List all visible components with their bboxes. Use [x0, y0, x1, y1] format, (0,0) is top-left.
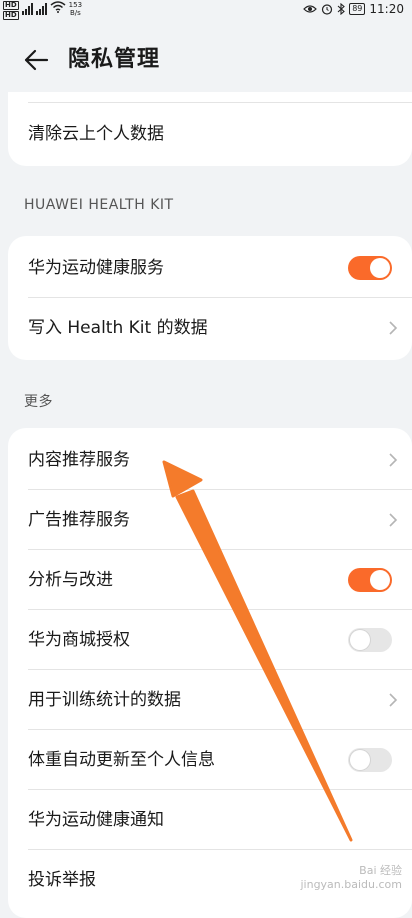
signal-icon [21, 3, 33, 15]
toggle-knob [350, 630, 370, 650]
watermark: Bai 经验 jingyan.baidu.com [300, 864, 402, 892]
row-clear-cloud-data[interactable]: 清除云上个人数据 [8, 104, 412, 164]
toggle-knob [370, 570, 390, 590]
chevron-right-icon [389, 321, 398, 335]
row-health-notification[interactable]: 华为运动健康通知 [8, 790, 412, 850]
status-left: HD HD 153 B/s [3, 1, 82, 21]
cloud-data-card: 清除云上个人数据 [8, 92, 412, 166]
eye-icon [303, 5, 318, 13]
page-title: 隐私管理 [68, 47, 161, 72]
status-bar: HD HD 153 B/s 89 11:20 [0, 0, 412, 22]
row-label: 投诉举报 [28, 870, 96, 890]
row-huawei-health-service[interactable]: 华为运动健康服务 [8, 238, 412, 298]
more-card: 内容推荐服务 广告推荐服务 分析与改进 华为商城授权 用于训练统计的数据 体重自… [8, 428, 412, 918]
chevron-right-icon [389, 453, 398, 467]
row-label: 用于训练统计的数据 [28, 690, 181, 710]
battery-icon: 89 [349, 3, 366, 15]
section-header-more: 更多 [24, 394, 53, 410]
row-training-stats-data[interactable]: 用于训练统计的数据 [8, 670, 412, 730]
row-vmall-authorization[interactable]: 华为商城授权 [8, 610, 412, 670]
row-weight-auto-update[interactable]: 体重自动更新至个人信息 [8, 730, 412, 790]
toggle-switch-on[interactable] [348, 256, 392, 280]
net-speed-unit: B/s [69, 9, 81, 17]
row-label: 华为运动健康通知 [28, 810, 164, 830]
row-label: 分析与改进 [28, 570, 113, 590]
back-arrow-icon[interactable] [22, 46, 50, 74]
bluetooth-icon [337, 3, 346, 15]
row-analysis-improvement[interactable]: 分析与改进 [8, 550, 412, 610]
health-kit-card: 华为运动健康服务 写入 Health Kit 的数据 [8, 236, 412, 360]
net-speed-value: 153 [68, 1, 83, 9]
chevron-right-icon [389, 513, 398, 527]
toggle-knob [370, 258, 390, 278]
signal-icon-2 [35, 3, 47, 15]
status-right: 89 11:20 [303, 2, 404, 16]
toggle-switch-off[interactable] [348, 748, 392, 772]
watermark-line1: Bai 经验 [359, 864, 402, 877]
row-label: 华为运动健康服务 [28, 258, 164, 278]
chevron-right-icon [389, 693, 398, 707]
row-content-recommendation[interactable]: 内容推荐服务 [8, 430, 412, 490]
toggle-switch-off[interactable] [348, 628, 392, 652]
section-header-health-kit: HUAWEI HEALTH KIT [24, 197, 174, 213]
alarm-icon [322, 4, 333, 15]
hd-icon: HD HD [3, 1, 19, 20]
row-label: 华为商城授权 [28, 630, 130, 650]
divider [28, 102, 412, 103]
toggle-switch-on[interactable] [348, 568, 392, 592]
row-label: 写入 Health Kit 的数据 [28, 318, 208, 338]
row-label: 清除云上个人数据 [28, 124, 164, 144]
row-label: 体重自动更新至个人信息 [28, 750, 215, 770]
row-label: 广告推荐服务 [28, 510, 130, 530]
title-bar: 隐私管理 [0, 40, 412, 80]
wifi-icon [50, 1, 66, 13]
row-label: 内容推荐服务 [28, 450, 130, 470]
row-ad-recommendation[interactable]: 广告推荐服务 [8, 490, 412, 550]
watermark-line2: jingyan.baidu.com [300, 878, 402, 891]
net-speed: 153 B/s [69, 1, 82, 17]
row-write-health-kit-data[interactable]: 写入 Health Kit 的数据 [8, 298, 412, 358]
toggle-knob [350, 750, 370, 770]
status-time: 11:20 [369, 2, 404, 16]
